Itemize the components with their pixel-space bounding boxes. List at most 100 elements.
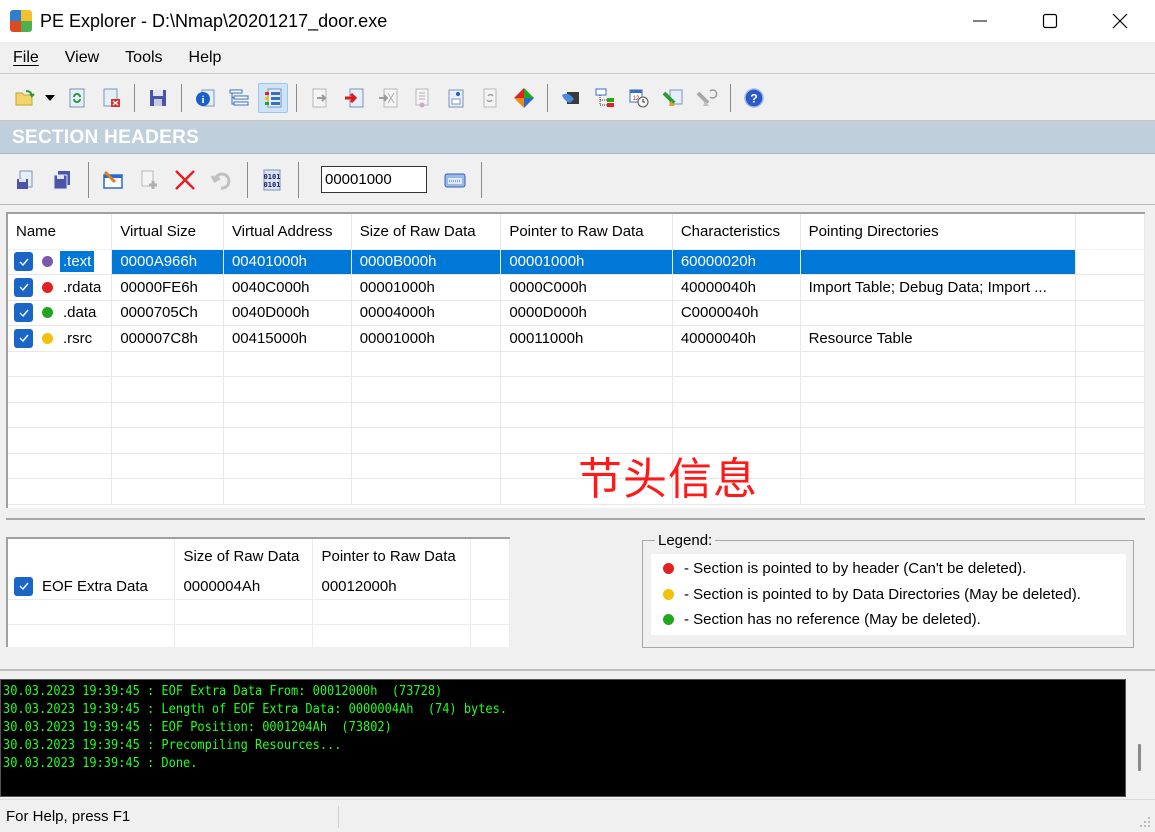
table-row[interactable]: .rsrc 000007C8h 00415000h 00001000h 00011000… (8, 325, 1145, 352)
status-dot-icon (42, 332, 53, 344)
binary-view-button[interactable]: 0101 0101 (256, 164, 288, 196)
save-section-button[interactable] (46, 164, 78, 196)
column-header-virtual-size[interactable]: Virtual Size (111, 214, 224, 250)
section-headers-button[interactable] (258, 82, 288, 113)
log-line: 30.03.2023 19:39:45 : EOF Extra Data Fro… (3, 684, 443, 699)
column-header-characteristics[interactable]: Characteristics (672, 214, 801, 250)
date-time-button[interactable]: 12 (624, 83, 654, 113)
help-button[interactable]: ? (739, 83, 769, 113)
undo-button[interactable] (205, 164, 237, 196)
pe-explorer-logo-icon (10, 10, 32, 32)
cell-virtual-size: 0000705Ch (111, 300, 224, 326)
toolbar-separator (88, 161, 89, 198)
certificate-button[interactable] (407, 83, 437, 113)
empty-row (8, 478, 1145, 505)
column-header-pointing-directories[interactable]: Pointing Directories (800, 214, 1077, 250)
menu-file[interactable]: File (0, 49, 52, 67)
open-dropdown[interactable] (44, 94, 56, 101)
resource-button[interactable] (373, 83, 403, 113)
column-header-pointer-raw-data[interactable]: Pointer to Raw Data (500, 214, 673, 250)
close-button[interactable] (1085, 0, 1155, 42)
legend-text: - Section is pointed to by Data Director… (684, 585, 1081, 603)
color-button[interactable] (509, 83, 539, 113)
minimize-button[interactable] (945, 0, 1015, 42)
dependency-scanner-icon (595, 88, 614, 107)
eof-checkbox[interactable] (14, 576, 33, 596)
resource-editor-icon (379, 88, 398, 107)
column-header-virtual-address[interactable]: Virtual Address (223, 214, 352, 250)
cell-characteristics: 40000040h (672, 325, 801, 352)
status-bar: For Help, press F1 (0, 799, 1155, 832)
disassembler-button[interactable] (556, 83, 586, 113)
close-file-button[interactable] (96, 83, 126, 113)
cell-characteristics: 40000040h (672, 274, 801, 301)
column-header-name[interactable]: Name (8, 214, 113, 250)
table-row[interactable]: .rdata 00000FE6h 0040C000h 00001000h 0000C00… (8, 274, 1145, 301)
eof-empty-row (8, 624, 510, 647)
legend-title: Legend: (655, 532, 716, 549)
eof-column-header-size-raw-data[interactable]: Size of Raw Data (174, 539, 314, 574)
headers-tree-icon (229, 89, 249, 105)
eof-column-header-pointer-raw-data[interactable]: Pointer to Raw Data (312, 539, 471, 574)
info-button[interactable]: i (190, 83, 220, 113)
extract-section-button[interactable] (10, 164, 42, 196)
section-checkbox[interactable] (14, 303, 33, 323)
open-button[interactable] (10, 83, 40, 113)
maximize-icon (1042, 13, 1058, 29)
date-time-icon: 12 (629, 89, 649, 107)
menu-tools[interactable]: Tools (112, 49, 175, 67)
delete-section-icon (175, 169, 195, 190)
export-button[interactable] (305, 83, 335, 113)
log-line: 30.03.2023 19:39:45 : EOF Position: 0001… (3, 720, 392, 735)
cell-characteristics: C0000040h (672, 300, 801, 326)
section-name: .rdata (63, 278, 102, 296)
edit-section-button[interactable] (97, 164, 129, 196)
calculator-button[interactable] (439, 164, 471, 196)
toolbar-separator (134, 83, 135, 112)
headers-button[interactable] (224, 83, 254, 113)
section-name: .text (60, 251, 95, 273)
dependency-button[interactable] (590, 83, 620, 113)
cell-size-raw-data: 00001000h (351, 274, 502, 301)
table-row[interactable]: .data 0000705Ch 0040D000h 00004000h 0000D000… (8, 300, 1145, 326)
section-checkbox[interactable] (14, 252, 33, 272)
section-headers-banner: SECTION HEADERS (0, 121, 1155, 154)
add-section-button[interactable] (133, 164, 165, 196)
section-checkbox[interactable] (14, 328, 33, 348)
close-icon (1112, 13, 1128, 29)
cleaner-button[interactable] (658, 83, 688, 113)
menu-help[interactable]: Help (176, 49, 235, 67)
properties-button[interactable] (441, 83, 471, 113)
checkmark-icon (19, 582, 29, 591)
legend-dot-icon (663, 614, 674, 626)
binary-view-icon: 01010101 (263, 169, 281, 190)
table-row[interactable]: .text 0000A966h 00401000h 0000B000h 00001000… (8, 249, 1145, 275)
splitter[interactable] (6, 518, 1145, 520)
log-scrollbar[interactable] (1138, 744, 1141, 771)
import-button[interactable] (339, 83, 369, 113)
save-button[interactable] (143, 83, 173, 113)
log-console: 30.03.2023 19:39:45 : EOF Extra Data Fro… (0, 679, 1126, 797)
toolbar-separator (481, 161, 482, 198)
export-icon (312, 88, 327, 107)
sync-icon (483, 88, 497, 107)
toolbar-separator (247, 161, 248, 198)
section-checkbox[interactable] (14, 277, 33, 297)
eof-row[interactable]: EOF Extra Data 0000004Ah 00012000h (8, 574, 510, 600)
empty-row (8, 402, 1145, 428)
resize-grip-icon[interactable] (1139, 816, 1151, 828)
maximize-button[interactable] (1015, 0, 1085, 42)
splitter[interactable] (0, 669, 1155, 671)
menu-view[interactable]: View (52, 49, 112, 67)
section-name: .rsrc (63, 329, 93, 347)
address-input[interactable] (321, 166, 427, 193)
log-line: 30.03.2023 19:39:45 : Length of EOF Extr… (3, 702, 508, 717)
column-header-size-raw-data[interactable]: Size of Raw Data (351, 214, 502, 250)
reload-button[interactable] (62, 83, 92, 113)
reload-icon (69, 88, 85, 107)
sync-button[interactable] (475, 83, 505, 113)
window-title: PE Explorer - D:\Nmap\20201217_door.exe (40, 10, 388, 31)
cell-virtual-size: 00000FE6h (111, 274, 224, 301)
delete-section-button[interactable] (169, 164, 201, 196)
undo-cleaner-button[interactable] (692, 83, 722, 113)
